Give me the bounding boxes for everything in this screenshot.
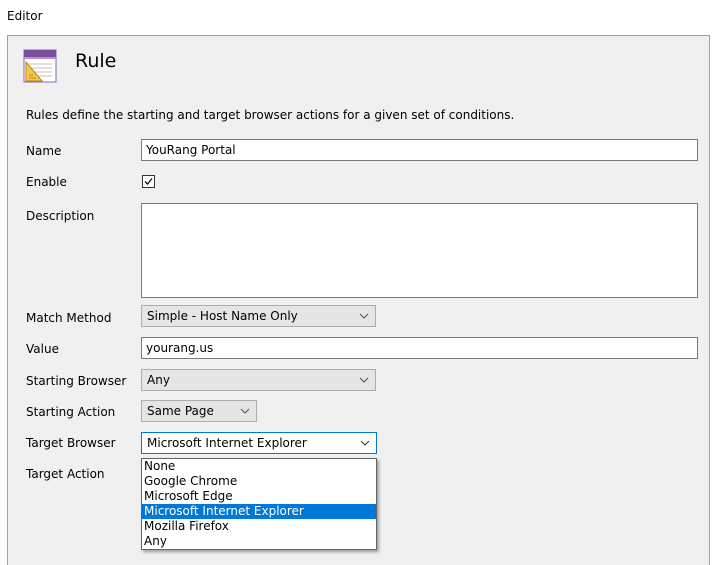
window-title: Editor xyxy=(7,9,43,23)
dropdown-option-google-chrome[interactable]: Google Chrome xyxy=(142,474,376,489)
target-browser-select[interactable]: Microsoft Internet Explorer xyxy=(141,432,377,454)
starting-browser-value: Any xyxy=(147,373,170,387)
starting-browser-select[interactable]: Any xyxy=(141,369,376,391)
value-input[interactable]: yourang.us xyxy=(141,337,698,359)
dropdown-option-any[interactable]: Any xyxy=(142,534,376,549)
target-browser-value: Microsoft Internet Explorer xyxy=(147,436,307,450)
dropdown-option-mozilla-firefox[interactable]: Mozilla Firefox xyxy=(142,519,376,534)
target-browser-label: Target Browser xyxy=(26,436,116,450)
rule-description-text: Rules define the starting and target bro… xyxy=(26,108,515,122)
value-label: Value xyxy=(26,342,59,356)
target-action-label: Target Action xyxy=(26,467,105,481)
editor-panel: Rule Rules define the starting and targe… xyxy=(7,35,710,565)
chevron-down-icon xyxy=(359,313,369,319)
starting-action-label: Starting Action xyxy=(26,405,116,419)
chevron-down-icon xyxy=(360,440,370,446)
starting-action-select[interactable]: Same Page xyxy=(141,400,257,422)
checkmark-icon xyxy=(144,178,153,185)
chevron-down-icon xyxy=(359,377,369,383)
rule-document-icon xyxy=(23,49,57,83)
starting-browser-label: Starting Browser xyxy=(26,374,127,388)
chevron-down-icon xyxy=(240,408,250,414)
enable-label: Enable xyxy=(26,175,67,189)
dropdown-option-microsoft-internet-explorer[interactable]: Microsoft Internet Explorer xyxy=(142,504,376,519)
page-title: Rule xyxy=(75,50,117,72)
enable-checkbox[interactable] xyxy=(142,175,155,188)
dropdown-option-none[interactable]: None xyxy=(142,459,376,474)
match-method-select[interactable]: Simple - Host Name Only xyxy=(141,305,376,327)
match-method-label: Match Method xyxy=(26,311,112,325)
match-method-value: Simple - Host Name Only xyxy=(147,309,298,323)
description-label: Description xyxy=(26,209,95,223)
dropdown-option-microsoft-edge[interactable]: Microsoft Edge xyxy=(142,489,376,504)
target-browser-dropdown-list: None Google Chrome Microsoft Edge Micros… xyxy=(141,458,377,550)
name-input[interactable]: YouRang Portal xyxy=(141,139,698,161)
starting-action-value: Same Page xyxy=(147,404,214,418)
name-label: Name xyxy=(26,144,62,158)
description-textarea[interactable] xyxy=(141,203,698,298)
